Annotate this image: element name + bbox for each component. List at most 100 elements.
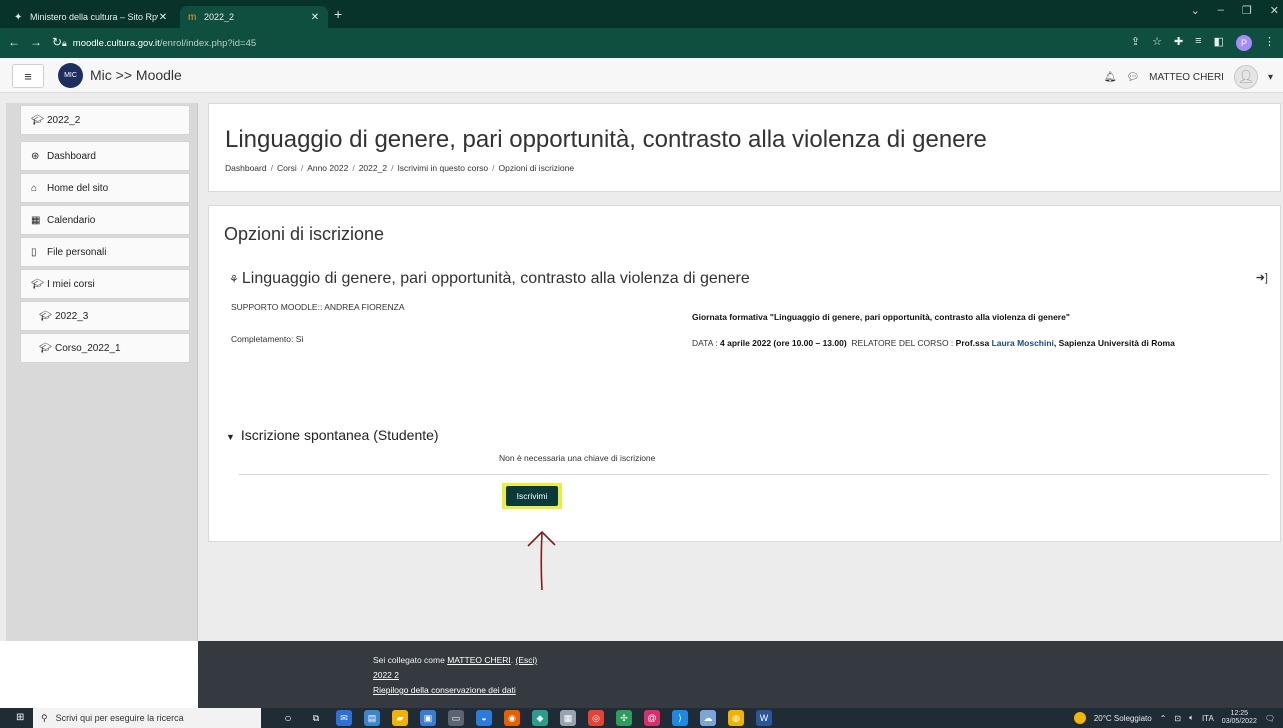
graduation-cap-icon: 🎓︎ [39, 342, 52, 354]
tab-label: Ministero della cultura – Sito Rpv [30, 12, 158, 22]
breadcrumb-item[interactable]: 2022_2 [359, 163, 387, 173]
bookmark-star-icon[interactable]: ☆ [1152, 35, 1162, 51]
browser-address-bar: ← → ↻ 🔒︎ moodle.cultura.gov.it /enrol/in… [0, 28, 1283, 58]
system-tray: 20°C Soleggiato ⌃ ⊡ 🔈︎ ITA 12:25 03/05/2… [1073, 710, 1275, 726]
back-icon[interactable]: ← [8, 35, 20, 49]
course-icon: ⚘ [229, 274, 239, 286]
sidebar-item-calendar[interactable]: ▦ Calendario [20, 205, 190, 235]
enrol-me-button[interactable]: Iscrivimi [506, 486, 558, 506]
cortana-icon[interactable]: ○ [280, 710, 296, 726]
maximize-icon[interactable]: ❐ [1242, 4, 1252, 17]
share-icon[interactable]: ⇪ [1131, 35, 1140, 51]
sidebar-item-label: 2022_2 [47, 114, 81, 126]
user-name[interactable]: MATTEO CHERI [1149, 72, 1224, 83]
profile-avatar[interactable]: P [1236, 35, 1252, 51]
volume-icon[interactable]: 🔈︎ [1189, 713, 1194, 723]
messages-icon[interactable]: 💬︎ [1126, 72, 1139, 83]
windows-start-icon[interactable]: ⊞ [16, 712, 24, 723]
word-icon[interactable]: W [756, 710, 772, 726]
sidebar-item-corso-2022-1[interactable]: 🎓︎ Corso_2022_1 [20, 333, 190, 363]
maps-icon[interactable]: ✣ [616, 710, 632, 726]
sidebar-item-label: Corso_2022_1 [55, 342, 121, 354]
extensions-icon[interactable]: ✚ [1174, 35, 1183, 51]
clock[interactable]: 12:25 03/05/2022 [1222, 710, 1257, 726]
clock-time: 12:25 [1230, 710, 1249, 717]
enrol-options-region: Opzioni di iscrizione ⚘ Linguaggio di gen… [208, 205, 1281, 542]
course-summary-details: DATA : 4 aprile 2022 (ore 10.00 – 13.00)… [692, 338, 1175, 348]
sidebar-item-2022-2[interactable]: 🎓︎ 2022_2 [20, 105, 190, 135]
sidebar-item-files[interactable]: ▯ File personali [20, 237, 190, 267]
breadcrumb-item[interactable]: Corsi [277, 163, 297, 173]
browser-tab-ministero[interactable]: ✦ Ministero della cultura – Sito Rpv ✕ [6, 6, 176, 28]
reading-list-icon[interactable]: ≡ [1195, 35, 1201, 51]
vscode-icon[interactable]: ⟩ [672, 710, 688, 726]
logout-link[interactable]: (Esci) [516, 655, 538, 665]
cloud-app-icon[interactable]: ☁ [700, 710, 716, 726]
close-tab-icon[interactable]: ✕ [310, 12, 320, 23]
user-menu-caret-icon[interactable]: ▾ [1268, 72, 1273, 83]
page-header: Linguaggio di genere, pari opportunità, … [208, 103, 1281, 192]
menu-kebab-icon[interactable]: ⋮ [1264, 35, 1275, 51]
app-icon[interactable]: ◆ [532, 710, 548, 726]
breadcrumb: Dashboard / Corsi / Anno 2022/ 2022_2/ Isc… [225, 163, 575, 173]
weather-text[interactable]: 20°C Soleggiato [1094, 714, 1152, 723]
tray-chevron-icon[interactable]: ⌃ [1160, 714, 1167, 723]
calculator-icon[interactable]: ▦ [560, 710, 576, 726]
debian-icon[interactable]: @ [644, 710, 660, 726]
collapse-triangle-icon: ▼ [226, 432, 235, 442]
course-name[interactable]: ⚘ Linguaggio di genere, pari opportunità,… [229, 270, 750, 288]
teams-icon[interactable]: ▣ [420, 710, 436, 726]
notifications-icon[interactable]: 🗨︎ [1265, 714, 1275, 723]
sidebar-item-label: I miei corsi [47, 278, 95, 290]
language-indicator[interactable]: ITA [1202, 714, 1214, 723]
sidebar-item-my-courses[interactable]: 🎓︎ I miei corsi [20, 269, 190, 299]
course-contact: SUPPORTO MOODLE:: ANDREA FIORENZA [231, 302, 405, 312]
url-field[interactable]: 🔒︎ moodle.cultura.gov.it /enrol/index.ph… [62, 33, 1102, 53]
sidebar-item-2022-3[interactable]: 🎓︎ 2022_3 [20, 301, 190, 331]
lock-icon[interactable]: 🔒︎ [62, 38, 67, 49]
notifications-bell-icon[interactable]: 🔔︎ [1104, 72, 1117, 83]
side-panel-icon[interactable]: ◧ [1214, 35, 1224, 51]
close-tab-icon[interactable]: ✕ [158, 12, 168, 23]
tab-search-icon[interactable]: ⌄ [1191, 4, 1200, 17]
browser-tab-moodle[interactable]: m 2022_2 ✕ [180, 6, 328, 28]
ministry-favicon-icon: ✦ [14, 11, 23, 23]
breadcrumb-item[interactable]: Anno 2022 [307, 163, 348, 173]
store-app-icon[interactable]: ▤ [364, 710, 380, 726]
taskbar-search[interactable]: ⚲ Scrivi qui per eseguire la ricerca [33, 708, 261, 728]
photos-icon[interactable]: ▭ [448, 710, 464, 726]
task-view-icon[interactable]: ⧉ [308, 710, 324, 726]
site-logo[interactable]: MIC [58, 63, 83, 88]
chrome-icon[interactable]: ◍ [728, 710, 744, 726]
data-retention-link[interactable]: Riepilogo della conservazione dei dati [373, 685, 516, 695]
breadcrumb-item[interactable]: Iscrivimi in questo corso [397, 163, 488, 173]
user-avatar-icon[interactable]: 👤︎ [1233, 65, 1258, 89]
self-enrol-section-toggle[interactable]: ▼ Iscrizione spontanea (Studente) [226, 427, 439, 443]
nav-drawer: 🎓︎ 2022_2 ⊛ Dashboard ⌂ Home del sito ▦ … [6, 103, 198, 641]
drawer-toggle-button[interactable]: ≡ [12, 64, 44, 88]
sidebar-item-home[interactable]: ⌂ Home del sito [20, 173, 190, 203]
completion-status: Completamento: Sì [231, 334, 304, 344]
weather-sun-icon[interactable] [1073, 712, 1086, 724]
minimize-icon[interactable]: – [1218, 4, 1224, 17]
sidebar-item-dashboard[interactable]: ⊛ Dashboard [20, 141, 190, 171]
enrol-self-icon: ➜] [1255, 272, 1268, 284]
close-window-icon[interactable]: ✕ [1270, 4, 1279, 17]
new-tab-button[interactable]: + [334, 6, 342, 22]
network-icon[interactable]: ⊡ [1174, 714, 1181, 723]
edge-icon[interactable]: ◒ [476, 710, 492, 726]
sidebar-item-label: Home del sito [47, 182, 109, 194]
mail-app-icon[interactable]: ✉ [336, 710, 352, 726]
firefox-icon[interactable]: ◉ [504, 710, 520, 726]
site-name-link[interactable]: Mic >> Moodle [90, 67, 182, 83]
logged-user-link[interactable]: MATTEO CHERI [447, 655, 511, 665]
forward-icon[interactable]: → [30, 35, 42, 49]
file-explorer-icon[interactable]: ▰ [392, 710, 408, 726]
reload-icon[interactable]: ↻ [52, 35, 62, 49]
sidebar-item-label: 2022_3 [55, 310, 89, 322]
browser-toolbar: ⇪ ☆ ✚ ≡ ◧ P ⋮ [1131, 35, 1275, 51]
tab-label: 2022_2 [204, 12, 235, 22]
office-icon[interactable]: ◎ [588, 710, 604, 726]
breadcrumb-item[interactable]: Dashboard [225, 163, 267, 173]
footer-course-link[interactable]: 2022 2 [373, 670, 399, 680]
